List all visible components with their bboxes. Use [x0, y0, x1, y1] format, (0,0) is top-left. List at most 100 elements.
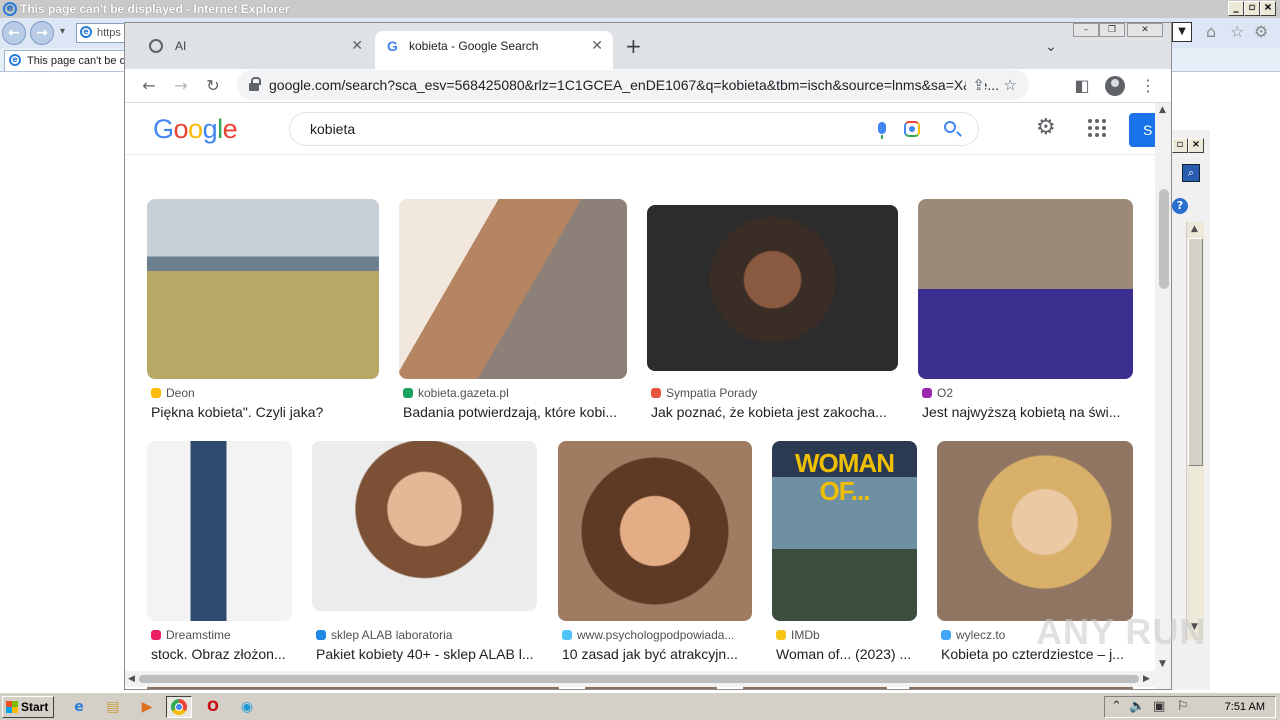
apps-grid-icon[interactable] — [1088, 119, 1106, 137]
page-horizontal-scrollbar[interactable]: ◀ ▶ — [125, 671, 1155, 687]
source-label: www.psychologpodpowiada... — [577, 628, 735, 642]
ie-window-title: This page can't be displayed - Internet … — [20, 2, 290, 16]
result-image[interactable] — [399, 199, 627, 379]
start-button[interactable]: Start — [2, 696, 54, 718]
result-title[interactable]: Jest najwyższą kobietą na świ... — [922, 403, 1133, 421]
result-title[interactable]: Piękna kobieta". Czyli jaka? — [151, 403, 379, 421]
result-source[interactable]: Deon — [151, 386, 379, 400]
reload-icon[interactable]: ↻ — [202, 75, 224, 97]
source-favicon-icon — [403, 388, 413, 398]
ie-address-bar[interactable]: e https — [76, 23, 126, 43]
search-input[interactable]: kobieta — [289, 112, 979, 146]
new-tab-button[interactable]: + — [625, 33, 642, 59]
action-center-flag-icon[interactable]: ⚐ — [1177, 699, 1189, 715]
panel-close-button[interactable]: × — [1188, 138, 1204, 153]
result-source[interactable]: O2 — [922, 386, 1133, 400]
back-icon[interactable]: ← — [138, 75, 160, 97]
result-source[interactable]: IMDb — [776, 628, 917, 642]
result-image[interactable] — [647, 205, 898, 371]
google-lens-icon[interactable] — [904, 121, 920, 137]
tab-search-chevron-icon[interactable]: ⌄ — [1045, 35, 1057, 59]
result-image[interactable] — [147, 199, 379, 379]
clock: 7:51 AM — [1224, 701, 1265, 713]
network-icon[interactable]: ▣ — [1153, 699, 1165, 715]
menu-kebab-icon[interactable]: ⋮ — [1137, 75, 1159, 97]
restore-button[interactable]: ▫ — [1244, 1, 1260, 16]
result-image[interactable]: WOMAN OF... — [772, 441, 917, 621]
result-title[interactable]: Pakiet kobiety 40+ - sklep ALAB l... — [316, 645, 537, 663]
tab-ai[interactable]: AI ✕ — [133, 31, 373, 69]
search-icon[interactable] — [944, 121, 956, 133]
opera-icon[interactable]: O — [200, 696, 226, 718]
poster-title: WOMAN OF... — [795, 448, 895, 506]
scroll-left-icon[interactable]: ◀ — [128, 674, 135, 684]
result-title[interactable]: 10 zasad jak być atrakcyjn... — [562, 645, 752, 663]
start-label: Start — [21, 700, 49, 714]
favorites-star-icon[interactable]: ☆ — [1230, 24, 1244, 40]
google-logo[interactable]: Google — [153, 111, 238, 147]
close-tab-icon[interactable]: ✕ — [351, 31, 363, 61]
ie-logo-icon: e — [3, 2, 17, 16]
ie-tab[interactable]: e This page can't be d — [4, 50, 126, 71]
internet-explorer-icon[interactable]: e — [66, 696, 92, 718]
page-vertical-scrollbar[interactable]: ▲ ▼ — [1155, 103, 1171, 689]
source-label: Deon — [166, 386, 195, 400]
chrome-icon[interactable] — [166, 696, 192, 718]
file-explorer-icon[interactable]: ▤ — [100, 696, 126, 718]
back-icon[interactable]: ← — [2, 21, 26, 45]
microphone-icon[interactable] — [878, 122, 886, 139]
restore-button[interactable]: ❐ — [1099, 23, 1125, 37]
forward-icon[interactable]: → — [30, 21, 54, 45]
show-hidden-icons-chevron[interactable]: ⌃ — [1111, 699, 1122, 715]
ie-scrollbar[interactable]: ▲ ▼ — [1186, 222, 1204, 640]
home-icon[interactable]: ⌂ — [1206, 24, 1216, 40]
forward-icon[interactable]: → — [170, 75, 192, 97]
chrome-toolbar: ← → ↻ google.com/search?sca_esv=56842508… — [125, 69, 1171, 103]
scroll-thumb[interactable] — [1188, 238, 1203, 466]
result-title[interactable]: Woman of... (2023) ... — [776, 645, 917, 663]
tab-label: AI — [175, 39, 187, 53]
close-tab-icon[interactable]: ✕ — [591, 31, 603, 61]
scroll-thumb[interactable] — [139, 675, 1139, 683]
volume-icon[interactable]: 🔈 — [1129, 699, 1145, 715]
settings-gear-icon[interactable]: ⚙ — [1036, 116, 1056, 140]
address-dropdown-button[interactable]: ▼ — [1172, 22, 1192, 42]
result-source[interactable]: sklep ALAB laboratoria — [316, 628, 537, 642]
edge-icon[interactable]: ◉ — [234, 696, 260, 718]
scroll-up-icon[interactable]: ▲ — [1191, 224, 1198, 234]
minimize-button[interactable]: – — [1073, 23, 1099, 37]
sign-in-button[interactable]: S — [1129, 113, 1155, 147]
history-dropdown-icon[interactable]: ▾ — [60, 26, 65, 38]
result-image[interactable] — [937, 441, 1133, 621]
result-image[interactable] — [918, 199, 1133, 379]
scroll-thumb[interactable] — [1159, 189, 1169, 289]
help-icon[interactable]: ? — [1172, 198, 1188, 214]
scroll-up-icon[interactable]: ▲ — [1159, 105, 1166, 115]
windows-flag-icon — [6, 701, 18, 713]
result-title[interactable]: Badania potwierdzają, które kobi... — [403, 403, 627, 421]
minimize-button[interactable]: _ — [1228, 1, 1244, 16]
profile-avatar-icon[interactable] — [1105, 76, 1125, 96]
result-title[interactable]: Jak poznać, że kobieta jest zakocha... — [651, 403, 898, 421]
close-button[interactable]: ✕ — [1127, 23, 1163, 37]
result-source[interactable]: Sympatia Porady — [651, 386, 898, 400]
result-source[interactable]: Dreamstime — [151, 628, 292, 642]
result-image[interactable] — [147, 441, 292, 621]
scroll-right-icon[interactable]: ▶ — [1143, 674, 1150, 684]
side-panel-icon[interactable]: ◧ — [1071, 75, 1093, 97]
bookmark-star-icon[interactable]: ☆ — [997, 75, 1017, 95]
close-button[interactable]: × — [1260, 1, 1276, 16]
result-source[interactable]: kobieta.gazeta.pl — [403, 386, 627, 400]
search-icon[interactable]: ⌕ — [1182, 164, 1200, 182]
share-icon[interactable]: ⇪ — [966, 75, 985, 95]
media-player-icon[interactable]: ▶ — [134, 696, 160, 718]
tools-gear-icon[interactable]: ⚙ — [1254, 24, 1268, 40]
result-title[interactable]: stock. Obraz złożon... — [151, 645, 292, 663]
address-bar[interactable]: google.com/search?sca_esv=568425080&rlz=… — [237, 70, 1029, 100]
panel-restore-button[interactable]: ▫ — [1172, 138, 1188, 153]
result-image[interactable] — [312, 441, 537, 611]
result-image[interactable] — [558, 441, 752, 621]
result-source[interactable]: www.psychologpodpowiada... — [562, 628, 752, 642]
tab-google-search[interactable]: G kobieta - Google Search ✕ — [375, 31, 613, 69]
scroll-down-icon[interactable]: ▼ — [1159, 659, 1166, 669]
